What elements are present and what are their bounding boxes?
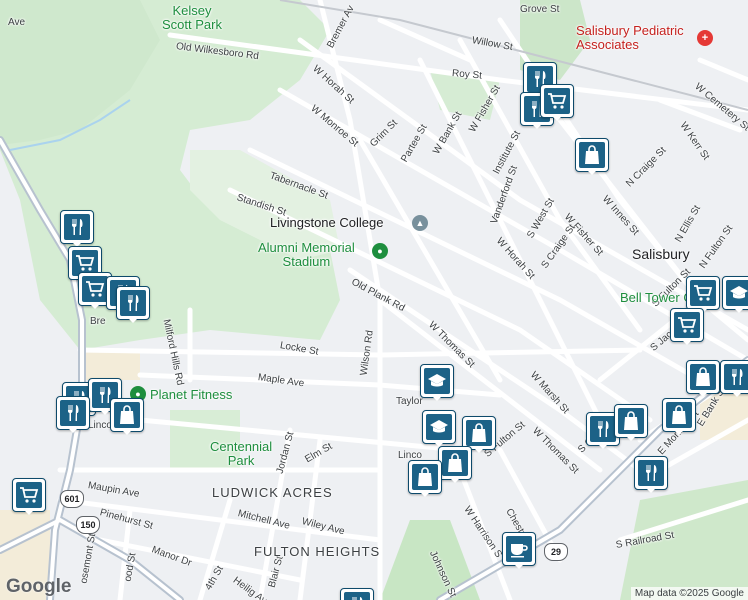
map-attribution[interactable]: Map data ©2025 Google: [630, 587, 748, 600]
restaurant-marker[interactable]: [60, 210, 94, 247]
google-logo: Google: [6, 576, 72, 597]
bag-marker[interactable]: [614, 404, 648, 441]
cart-icon: [16, 482, 42, 508]
place-salisbury-pediatric[interactable]: Salisbury Pediatric Associates: [576, 24, 684, 52]
restaurant-icon: [724, 364, 748, 390]
bag-icon: [618, 408, 644, 434]
place-planet-fitness[interactable]: Planet Fitness: [150, 387, 232, 402]
school-icon: [726, 280, 748, 306]
bag-marker[interactable]: [408, 460, 442, 497]
place-kelsey-scott-park[interactable]: Kelsey Scott Park: [162, 4, 222, 32]
place-centennial-park[interactable]: Centennial Park: [210, 440, 272, 468]
cart-marker[interactable]: [12, 478, 46, 515]
restaurant-icon: [64, 214, 90, 240]
school-marker[interactable]: [420, 364, 454, 401]
restaurant-icon: [344, 592, 370, 600]
commercial-area-west: [80, 350, 140, 380]
street-label: Bre: [90, 316, 106, 327]
restaurant-marker[interactable]: [340, 588, 374, 600]
map-canvas[interactable]: Ave Grove St Old Wilkesboro Rd W Horah St Br…: [0, 0, 748, 600]
restaurant-icon: [638, 460, 664, 486]
school-icon: [424, 368, 450, 394]
restaurant-marker[interactable]: [720, 360, 748, 397]
restaurant-icon: [60, 400, 86, 426]
place-livingstone-college[interactable]: Livingstone College: [270, 215, 383, 230]
hospital-icon: +: [697, 30, 713, 46]
cart-icon: [82, 276, 108, 302]
school-icon: ▲: [412, 215, 428, 231]
cart-icon: [544, 88, 570, 114]
cart-icon: [674, 312, 700, 338]
cart-marker[interactable]: [686, 276, 720, 313]
bag-icon: [579, 142, 605, 168]
bag-icon: [412, 464, 438, 490]
bag-icon: [666, 402, 692, 428]
place-salisbury-city: Salisbury: [632, 246, 690, 262]
neighborhood-fulton-heights: FULTON HEIGHTS: [254, 544, 381, 559]
cart-marker[interactable]: [540, 84, 574, 121]
school-marker[interactable]: [422, 410, 456, 447]
highway-shield: 601: [60, 490, 84, 508]
street-label: Grove St: [520, 4, 560, 15]
bag-marker[interactable]: [110, 398, 144, 435]
highway-shield: 29: [544, 543, 568, 561]
bag-marker[interactable]: [438, 446, 472, 483]
school-icon: [426, 414, 452, 440]
cart-marker[interactable]: [670, 308, 704, 345]
cafe-marker[interactable]: [502, 532, 536, 569]
street-label: Taylor: [396, 396, 423, 407]
bag-marker[interactable]: [575, 138, 609, 175]
bag-icon: [114, 402, 140, 428]
cafe-icon: [506, 536, 532, 562]
bag-marker[interactable]: [686, 360, 720, 397]
bag-marker[interactable]: [662, 398, 696, 435]
restaurant-marker[interactable]: [634, 456, 668, 493]
bag-icon: [466, 420, 492, 446]
restaurant-marker[interactable]: [56, 396, 90, 433]
cart-icon: [690, 280, 716, 306]
highway-shield: 150: [76, 516, 100, 534]
restaurant-icon: [590, 416, 616, 442]
bag-icon: [690, 364, 716, 390]
bag-icon: [442, 450, 468, 476]
restaurant-marker[interactable]: [116, 286, 150, 323]
neighborhood-ludwick-acres: LUDWICK ACRES: [212, 485, 333, 500]
school-marker[interactable]: [722, 276, 748, 313]
street-label: Ave: [8, 17, 26, 28]
stadium-icon: ●: [372, 243, 388, 259]
place-alumni-memorial-stadium[interactable]: Alumni Memorial Stadium: [258, 241, 355, 269]
restaurant-icon: [120, 290, 146, 316]
